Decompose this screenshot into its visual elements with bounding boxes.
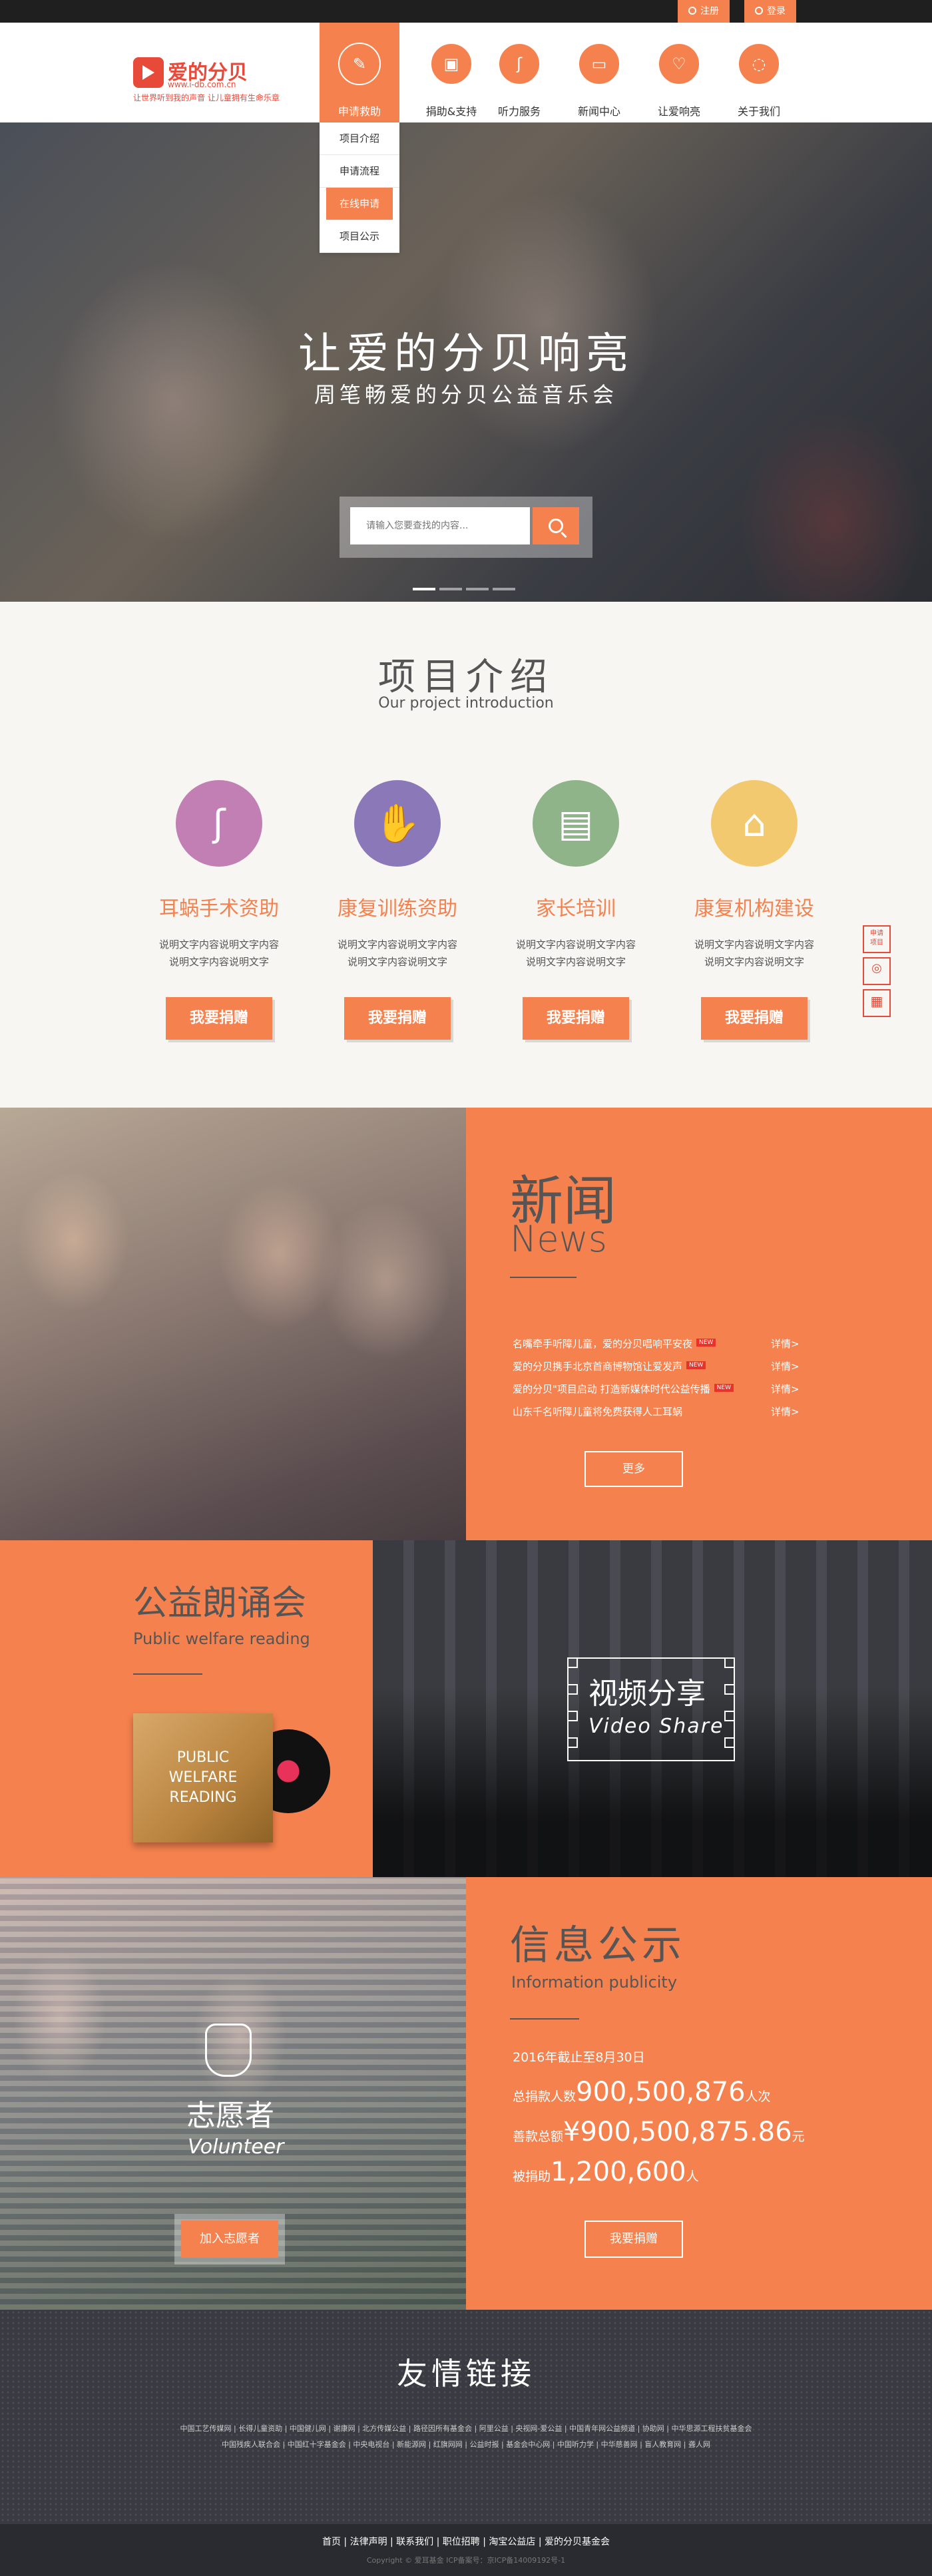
menu-item-publicity[interactable]: 项目公示	[320, 220, 399, 253]
divider	[510, 2018, 579, 2020]
info-donate-button[interactable]: 我要捐赠	[584, 2221, 683, 2258]
donate-button[interactable]: 我要捐赠	[523, 997, 629, 1040]
house-heart-icon: ⌂	[711, 780, 798, 867]
menu-item-online-apply[interactable]: 在线申请	[326, 188, 393, 220]
video-title-en: Video Share	[588, 1715, 724, 1738]
donate-button[interactable]: 我要捐赠	[701, 997, 808, 1040]
nav-item-apply[interactable]: ✎ 申请救助	[320, 23, 399, 122]
tv-icon: ▭	[578, 43, 620, 85]
logo-slogan: 让世界听到我的声音 让儿童拥有生命乐章	[133, 93, 280, 103]
ear-icon: ʃ	[498, 43, 541, 85]
copyright: Copyright © 爱耳基金 ICP备案号：京ICP备14009192号-1	[366, 2556, 566, 2565]
news-detail-link[interactable]: 详情>	[771, 1382, 800, 1396]
friend-links-section	[0, 2310, 932, 2524]
volunteer-title-en: Volunteer	[188, 2135, 284, 2159]
links-title: 友情链接	[397, 2356, 535, 2392]
heart-icon: ♡	[658, 43, 700, 85]
apply-dropdown-menu: 项目介绍 申请流程 在线申请 项目公示	[320, 122, 399, 253]
news-more-button[interactable]: 更多	[584, 1451, 683, 1487]
film-hole-icon	[724, 1737, 735, 1748]
film-hole-icon	[567, 1657, 578, 1668]
weibo-icon[interactable]: ◎	[863, 957, 891, 985]
info-donors: 总捐款人数900,500,876人次	[513, 2077, 771, 2107]
user-icon	[755, 7, 763, 15]
carousel-dot[interactable]	[439, 588, 462, 590]
hero-title: 让爱的分贝响亮	[298, 329, 634, 379]
video-title: 视频分享	[588, 1677, 706, 1711]
menu-item-process[interactable]: 申请流程	[320, 155, 399, 188]
project-card: ✋ 康复训练资助 说明文字内容说明文字内容 说明文字内容说明文字 我要捐赠	[308, 780, 487, 1040]
chat-icon: ◌	[738, 43, 780, 85]
ear-icon: ʃ	[176, 780, 262, 867]
reading-title: 公益朗诵会	[133, 1584, 307, 1623]
register-button[interactable]: 注册	[678, 0, 730, 23]
carousel-dot[interactable]	[493, 588, 515, 590]
login-button[interactable]: 登录	[744, 0, 796, 23]
search-input[interactable]	[350, 507, 530, 544]
project-card: ▤ 家长培训 说明文字内容说明文字内容 说明文字内容说明文字 我要捐赠	[486, 780, 666, 1040]
hand-icon	[205, 2024, 252, 2077]
film-hole-icon	[724, 1711, 735, 1721]
links-row[interactable]: 中国工艺传媒网 | 长得儿童资助 | 中国健儿网 | 谢康网 | 北方传媒公益 …	[120, 2423, 812, 2434]
news-photo	[0, 1108, 466, 1540]
news-item[interactable]: 爱的分贝携手北京首商博物馆让爱发声 NEW	[513, 1359, 799, 1373]
project-card: ⌂ 康复机构建设 说明文字内容说明文字内容 说明文字内容说明文字 我要捐赠	[664, 780, 844, 1040]
donate-button[interactable]: 我要捐赠	[166, 997, 272, 1040]
presentation-icon: ▤	[533, 780, 619, 867]
film-hole-icon	[724, 1657, 735, 1668]
nav-item-hearing[interactable]: ʃ 听力服务	[479, 23, 559, 122]
new-badge: NEW	[686, 1361, 706, 1369]
film-hole-icon	[567, 1737, 578, 1748]
info-date: 2016年截止至8月30日	[513, 2050, 645, 2065]
nav-item-love[interactable]: ♡ 让爱响亮	[639, 23, 719, 122]
nav-item-news[interactable]: ▭ 新闻中心	[559, 23, 639, 122]
new-badge: NEW	[714, 1384, 734, 1392]
film-hole-icon	[567, 1711, 578, 1721]
join-volunteer-button[interactable]: 加入志愿者	[174, 2214, 285, 2264]
divider	[510, 1277, 577, 1278]
info-title-en: Information publicity	[511, 1973, 678, 1992]
hero-subtitle: 周笔畅爱的分贝公益音乐会	[314, 382, 618, 407]
projects-title: 项目介绍	[378, 656, 554, 699]
nav-item-about[interactable]: ◌ 关于我们	[719, 23, 799, 122]
reading-title-en: Public welfare reading	[133, 1629, 310, 1648]
side-toolbar: 申请 项目 ◎ ▦	[863, 925, 891, 1021]
links-row[interactable]: 中国残疾人联合会 | 中国红十字基金会 | 中央电视台 | 新能源网 | 红旗网…	[120, 2439, 812, 2450]
apply-project-tool[interactable]: 申请 项目	[863, 925, 891, 953]
footer-nav[interactable]: 首页 | 法律声明 | 联系我们 | 职位招聘 | 淘宝公益店 | 爱的分贝基金…	[0, 2535, 932, 2548]
qrcode-icon[interactable]: ▦	[863, 989, 891, 1017]
divider	[133, 1673, 202, 1675]
gift-icon: ▣	[430, 43, 473, 85]
project-card: ʃ 耳蜗手术资助 说明文字内容说明文字内容 说明文字内容说明文字 我要捐赠	[129, 780, 309, 1040]
logo-url: www.i-db.com.cn	[168, 80, 236, 89]
news-item[interactable]: 名嘴牵手听障儿童，爱的分贝唱响平安夜 NEW	[513, 1337, 799, 1351]
news-detail-link[interactable]: 详情>	[771, 1404, 800, 1418]
info-title: 信息公示	[510, 1922, 686, 1969]
news-item[interactable]: 山东千名听障儿童将免费获得人工耳蜗	[513, 1404, 799, 1418]
reading-album-cover[interactable]: PUBLIC WELFARE READING	[133, 1713, 273, 1842]
info-amount: 善款总额¥900,500,875.86元	[513, 2117, 805, 2147]
search-button[interactable]	[533, 507, 579, 544]
carousel-dot[interactable]	[466, 588, 489, 590]
film-hole-icon	[567, 1684, 578, 1695]
logo-icon[interactable]	[133, 57, 164, 88]
volunteer-title: 志愿者	[186, 2099, 274, 2133]
search-icon	[549, 519, 563, 533]
pencil-icon	[688, 7, 696, 15]
carousel-dot[interactable]	[413, 588, 435, 590]
projects-title-en: Our project introduction	[378, 695, 554, 712]
donate-button[interactable]: 我要捐赠	[344, 997, 451, 1040]
news-item[interactable]: 爱的分贝"项目启动 打造新媒体时代公益传播 NEW	[513, 1382, 799, 1396]
film-hole-icon	[724, 1684, 735, 1695]
carousel-dots	[413, 580, 519, 593]
news-detail-link[interactable]: 详情>	[771, 1337, 800, 1351]
info-aided: 被捐助1,200,600人	[513, 2157, 699, 2187]
pencil-icon: ✎	[338, 43, 381, 85]
footer	[0, 2524, 932, 2576]
new-badge: NEW	[696, 1339, 716, 1347]
menu-item-project-intro[interactable]: 项目介绍	[320, 122, 399, 155]
news-detail-link[interactable]: 详情>	[771, 1359, 800, 1373]
handshake-icon: ✋	[354, 780, 441, 867]
news-title-en: News	[510, 1218, 607, 1260]
